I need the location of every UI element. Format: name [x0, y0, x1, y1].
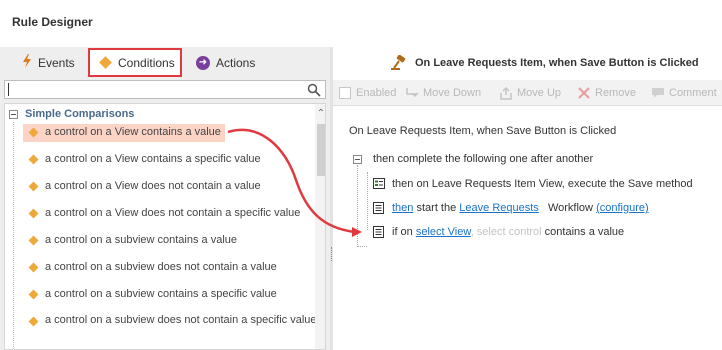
checkbox-icon: [339, 87, 351, 99]
list-scrollbar[interactable]: ⌃: [315, 104, 325, 349]
diamond-icon: [28, 289, 39, 300]
scroll-thumb[interactable]: [317, 124, 325, 176]
move-up-icon: [500, 86, 512, 100]
group-label: Simple Comparisons: [25, 108, 135, 120]
search-input[interactable]: [4, 80, 326, 99]
comment-icon: [652, 88, 664, 98]
move-up-label: Move Up: [517, 87, 562, 99]
diamond-icon: [28, 316, 39, 327]
comment-label: Comment: [669, 87, 717, 99]
diamond-icon: [28, 208, 39, 219]
diamond-icon: [28, 262, 39, 273]
group-simple-comparisons[interactable]: Simple Comparisons: [9, 107, 134, 121]
rule-group-line: then complete the following one after an…: [373, 153, 594, 165]
lightning-icon: [22, 54, 32, 71]
view-method-icon: [373, 178, 385, 189]
list-item-label: a control on a View contains a value: [45, 126, 221, 138]
gavel-icon: [391, 55, 406, 70]
rule-editor: On Leave Requests Item, when Save Button…: [333, 106, 722, 350]
document-icon: [373, 202, 384, 214]
tab-conditions-label: Conditions: [118, 55, 175, 70]
tab-events-label: Events: [38, 55, 75, 70]
text-caret: [8, 83, 9, 96]
rule-toolbar: Enabled Move Down Move Up Remove Comment: [333, 80, 722, 106]
right-panel: On Leave Requests Item, when Save Button…: [333, 47, 722, 350]
comment-button[interactable]: Comment: [651, 85, 717, 101]
rule-condition-line: if on select View, select control contai…: [392, 226, 624, 238]
contains-text: contains a value: [544, 226, 625, 238]
enabled-checkbox[interactable]: Enabled: [339, 85, 396, 101]
if-on-text: if on: [392, 226, 413, 238]
list-item[interactable]: a control on a View contains a specific …: [23, 151, 265, 169]
tab-events[interactable]: Events: [22, 49, 75, 76]
workflow-link[interactable]: Leave Requests: [459, 202, 539, 214]
tab-actions[interactable]: ➜ Actions: [196, 49, 255, 76]
document-icon: [373, 226, 384, 238]
then-link[interactable]: then: [392, 202, 413, 214]
list-item[interactable]: a control on a View does not contain a v…: [23, 178, 265, 196]
rule-title: On Leave Requests Item, when Save Button…: [391, 55, 699, 71]
list-item[interactable]: a control on a subview contains a specif…: [23, 286, 281, 304]
title-bar: Rule Designer: [0, 0, 722, 47]
splitter-grip[interactable]: [331, 247, 332, 261]
scroll-up-icon[interactable]: ⌃: [315, 108, 325, 120]
left-panel: Events Conditions ➜ Actions Simple Compa: [0, 47, 330, 350]
collapse-icon[interactable]: [353, 155, 362, 164]
move-up-button[interactable]: Move Up: [499, 85, 561, 101]
list-item-label: a control on a subview contains a specif…: [45, 288, 277, 300]
diamond-icon: [28, 181, 39, 192]
remove-label: Remove: [595, 87, 636, 99]
search-icon[interactable]: [307, 83, 321, 97]
list-item[interactable]: a control on a subview does not contain …: [23, 308, 321, 342]
collapse-icon[interactable]: [9, 109, 18, 119]
list-item[interactable]: a control on a View contains a value: [23, 124, 225, 142]
rule-event-line: On Leave Requests Item, when Save Button…: [349, 125, 617, 137]
list-item-label: a control on a View does not contain a v…: [45, 180, 261, 192]
conditions-list: Simple Comparisons a control on a View c…: [4, 103, 326, 350]
list-item[interactable]: a control on a subview does not contain …: [23, 259, 281, 277]
window-title: Rule Designer: [12, 15, 93, 29]
tab-actions-label: Actions: [216, 55, 256, 70]
diamond-icon: [28, 127, 39, 138]
list-item[interactable]: a control on a View does not contain a s…: [23, 205, 304, 223]
list-item-label: a control on a View contains a specific …: [45, 153, 261, 165]
diamond-icon: [28, 235, 39, 246]
list-item-label: a control on a subview contains a value: [45, 234, 238, 246]
start-text: start the: [416, 202, 457, 214]
configure-link[interactable]: (configure): [596, 202, 649, 214]
tab-strip: Events Conditions ➜ Actions: [0, 47, 330, 78]
move-down-icon: [406, 88, 419, 98]
tree-guide-line: [357, 165, 358, 247]
select-control-placeholder[interactable]: , select control: [471, 226, 542, 238]
remove-icon: [578, 87, 590, 99]
select-view-link[interactable]: select View: [416, 226, 471, 238]
rule-action-execute[interactable]: then on Leave Requests Item View, execut…: [392, 178, 693, 190]
arrow-right-circle-icon: ➜: [196, 55, 210, 70]
enabled-label: Enabled: [356, 87, 397, 99]
remove-button[interactable]: Remove: [577, 85, 636, 101]
tree-guide-line: [13, 122, 14, 349]
tab-conditions[interactable]: Conditions: [88, 48, 182, 77]
diamond-icon: [28, 154, 39, 165]
move-down-button[interactable]: Move Down: [405, 85, 481, 101]
workflow-text: Workflow: [547, 202, 593, 214]
move-down-label: Move Down: [423, 87, 482, 99]
rule-designer-window: Rule Designer Events Conditions ➜ Action…: [0, 0, 722, 350]
rule-action-workflow: then start the Leave Requests Workflow (…: [392, 202, 649, 214]
list-item[interactable]: a control on a subview contains a value: [23, 232, 241, 250]
list-item-label: a control on a View does not contain a s…: [45, 207, 301, 219]
diamond-icon: [99, 56, 112, 69]
tree-guide-line: [357, 246, 367, 247]
rule-title-text: On Leave Requests Item, when Save Button…: [415, 57, 699, 69]
list-item-label: a control on a subview does not contain …: [45, 314, 317, 326]
tree-guide-line: [367, 172, 368, 230]
list-item-label: a control on a subview does not contain …: [45, 261, 277, 273]
